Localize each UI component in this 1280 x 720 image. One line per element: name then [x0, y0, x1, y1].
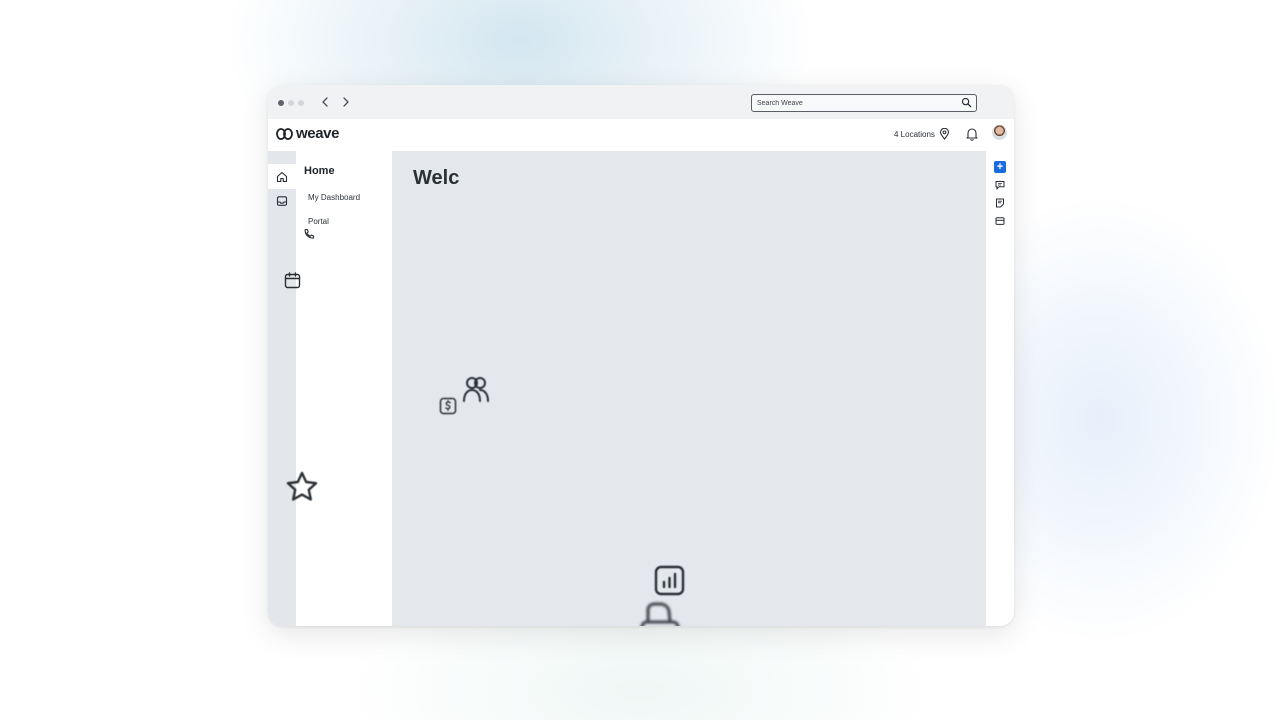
inbox-icon	[276, 195, 288, 206]
rail-item-inbox[interactable]	[268, 188, 296, 213]
bar-chart-icon	[654, 565, 685, 596]
locations-label: 4 Locations	[894, 129, 935, 139]
note-icon	[996, 198, 1004, 208]
nav-rail	[268, 151, 296, 626]
right-rail: +	[986, 151, 1014, 626]
search-bar[interactable]	[751, 94, 977, 112]
page-title: Welc	[413, 167, 460, 189]
search-icon[interactable]	[961, 97, 972, 108]
sidebar-item-my-dashboard[interactable]: My Dashboard	[308, 193, 360, 202]
users-icon	[463, 377, 489, 402]
add-button[interactable]: +	[994, 161, 1006, 173]
home-icon	[276, 171, 288, 182]
search-input[interactable]	[752, 95, 949, 111]
home-sidebar: Home My Dashboard Portal	[296, 151, 392, 626]
messages-button[interactable]	[994, 179, 1006, 191]
card-icon	[995, 217, 1005, 225]
card-button[interactable]	[994, 215, 1006, 227]
window-maximize-dot[interactable]	[298, 100, 304, 106]
back-button[interactable]	[318, 95, 332, 109]
sidebar-title: Home	[304, 165, 335, 177]
calendar-icon	[284, 272, 301, 289]
dollar-tag-icon	[439, 397, 457, 415]
logo-text: weave	[296, 125, 340, 142]
map-pin-icon	[939, 128, 949, 140]
notes-button[interactable]	[994, 197, 1006, 209]
app-header: weave 4 Locations	[268, 119, 1014, 152]
weave-logo[interactable]: weave	[276, 125, 339, 142]
chevron-left-icon	[322, 97, 328, 107]
window-minimize-dot[interactable]	[288, 100, 294, 106]
message-icon	[995, 181, 1005, 190]
weave-logo-icon	[276, 127, 293, 140]
locations-selector[interactable]: 4 Locations	[894, 128, 950, 140]
payment-terminal-icon	[640, 602, 680, 626]
rail-item-home[interactable]	[268, 164, 296, 189]
forward-button[interactable]	[339, 95, 353, 109]
app-window: weave 4 Locations	[268, 85, 1014, 626]
plus-icon: +	[996, 161, 1004, 173]
browser-toolbar	[268, 85, 1014, 119]
avatar[interactable]	[992, 125, 1007, 140]
window-close-dot[interactable]	[278, 100, 284, 106]
chevron-right-icon	[343, 97, 349, 107]
star-icon	[286, 471, 318, 501]
sidebar-item-portal[interactable]: Portal	[308, 217, 329, 226]
bell-icon[interactable]	[966, 127, 978, 141]
phone-icon	[304, 228, 315, 239]
